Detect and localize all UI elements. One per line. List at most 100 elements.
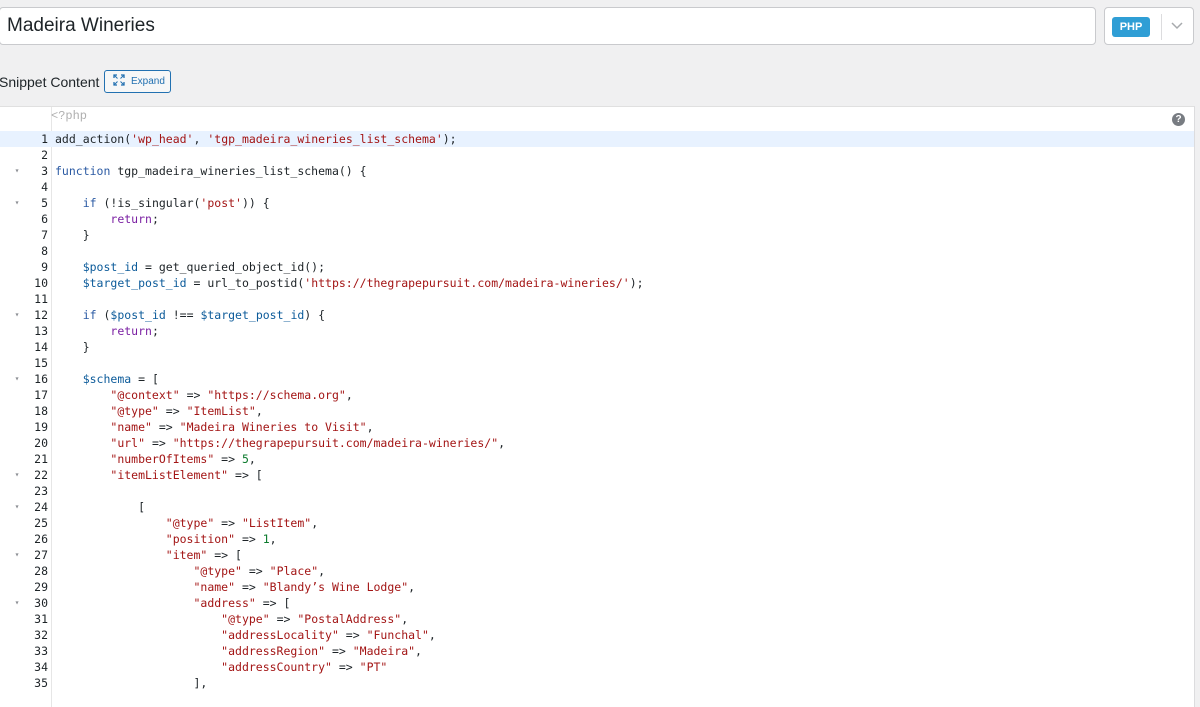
code-line[interactable]: 33 "addressRegion" => "Madeira", [0, 643, 1194, 659]
code-text: add_action('wp_head', 'tgp_madeira_winer… [55, 132, 457, 146]
help-symbol: ? [1175, 114, 1182, 125]
code-line[interactable]: 29 "name" => "Blandy’s Wine Lodge", [0, 579, 1194, 595]
code-line[interactable]: 18 "@type" => "ItemList", [0, 403, 1194, 419]
fold-arrow-icon[interactable]: ▾ [13, 547, 21, 563]
code-line[interactable]: 25 "@type" => "ListItem", [0, 515, 1194, 531]
code-line[interactable]: 11 [0, 291, 1194, 307]
code-text: "addressRegion" => "Madeira", [221, 644, 422, 658]
fold-arrow-icon[interactable]: ▾ [13, 195, 21, 211]
code-line[interactable]: 26 "position" => 1, [0, 531, 1194, 547]
line-number: 2 [41, 148, 48, 162]
language-selector[interactable]: PHP [1104, 7, 1194, 45]
chevron-down-icon[interactable] [1169, 18, 1185, 34]
fold-arrow-icon[interactable]: ▾ [13, 499, 21, 515]
code-text: "name" => "Madeira Wineries to Visit", [110, 420, 374, 434]
code-text: "numberOfItems" => 5, [110, 452, 256, 466]
code-line[interactable]: 34 "addressCountry" => "PT" [0, 659, 1194, 675]
line-number: 5 [41, 196, 48, 210]
expand-label: Expand [131, 76, 165, 87]
code-line[interactable]: ▾ 5 if (!is_singular('post')) { [0, 195, 1194, 211]
code-line[interactable]: 4 [0, 179, 1194, 195]
line-number: 28 [34, 564, 48, 578]
code-text: "addressLocality" => "Funchal", [221, 628, 436, 642]
code-editor[interactable]: <?php ? 1 add_action('wp_head', 'tgp_made… [0, 106, 1195, 707]
code-text: function tgp_madeira_wineries_list_schem… [55, 164, 367, 178]
code-text: } [55, 340, 90, 354]
code-line[interactable]: 35 ], [0, 675, 1194, 691]
code-text: "@type" => "ListItem", [165, 516, 319, 530]
line-number: 23 [34, 484, 48, 498]
code-line[interactable]: ▾ 16 $schema = [ [0, 371, 1194, 387]
code-line[interactable]: 8 [0, 243, 1194, 259]
code-text: $target_post_id = url_to_postid('https:/… [82, 276, 644, 290]
code-line[interactable]: ▾ 30 "address" => [ [0, 595, 1194, 611]
code-line[interactable]: 28 "@type" => "Place", [0, 563, 1194, 579]
language-badge: PHP [1112, 17, 1150, 37]
line-number: 19 [34, 420, 48, 434]
code-text: return; [110, 212, 159, 226]
code-line[interactable]: 20 "url" => "https://thegrapepursuit.com… [0, 435, 1194, 451]
code-text: "@context" => "https://schema.org", [110, 388, 353, 402]
code-text: "@type" => "Place", [193, 564, 326, 578]
line-number: 35 [34, 676, 48, 690]
code-text: "url" => "https://thegrapepursuit.com/ma… [110, 436, 506, 450]
code-line[interactable]: 19 "name" => "Madeira Wineries to Visit"… [0, 419, 1194, 435]
line-number: 33 [34, 644, 48, 658]
code-line[interactable]: 13 return; [0, 323, 1194, 339]
code-line[interactable]: 21 "numberOfItems" => 5, [0, 451, 1194, 467]
code-text: "addressCountry" => "PT" [221, 660, 388, 674]
help-icon[interactable]: ? [1172, 113, 1185, 126]
code-line[interactable]: ▾ 3 function tgp_madeira_wineries_list_sch… [0, 163, 1194, 179]
line-number: 24 [34, 500, 48, 514]
code-line[interactable]: 23 [0, 483, 1194, 499]
line-number: 3 [41, 164, 48, 178]
code-line[interactable]: 2 [0, 147, 1194, 163]
code-line[interactable]: 15 [0, 355, 1194, 371]
code-line[interactable]: ▾ 12 if ($post_id !== $target_post_id) { [0, 307, 1194, 323]
line-number: 1 [41, 132, 48, 146]
line-number: 18 [34, 404, 48, 418]
code-line[interactable]: ▾ 24 [ [0, 499, 1194, 515]
fold-arrow-icon[interactable]: ▾ [13, 595, 21, 611]
code-line[interactable]: 17 "@context" => "https://schema.org", [0, 387, 1194, 403]
fold-arrow-icon[interactable]: ▾ [13, 307, 21, 323]
line-number: 16 [34, 372, 48, 386]
code-line[interactable]: 32 "addressLocality" => "Funchal", [0, 627, 1194, 643]
code-line[interactable]: 6 return; [0, 211, 1194, 227]
line-number: 6 [41, 212, 48, 226]
code-text: if ($post_id !== $target_post_id) { [82, 308, 326, 322]
line-number: 14 [34, 340, 48, 354]
line-number: 13 [34, 324, 48, 338]
fold-arrow-icon[interactable]: ▾ [13, 467, 21, 483]
code-line[interactable]: 10 $target_post_id = url_to_postid('http… [0, 275, 1194, 291]
code-lines[interactable]: 1 add_action('wp_head', 'tgp_madeira_wine… [0, 131, 1194, 691]
fold-arrow-icon[interactable]: ▾ [13, 163, 21, 179]
code-line[interactable]: 31 "@type" => "PostalAddress", [0, 611, 1194, 627]
code-text: [ [55, 500, 146, 514]
line-number: 27 [34, 548, 48, 562]
code-line[interactable]: 7 } [0, 227, 1194, 243]
line-number: 32 [34, 628, 48, 642]
snippet-title-text: Madeira Wineries [7, 15, 155, 36]
line-number: 22 [34, 468, 48, 482]
code-line[interactable]: 9 $post_id = get_queried_object_id(); [0, 259, 1194, 275]
snippet-title-input[interactable]: Madeira Wineries [0, 7, 1096, 45]
line-number: 7 [41, 228, 48, 242]
line-number: 8 [41, 244, 48, 258]
line-number: 4 [41, 180, 48, 194]
code-text: } [55, 228, 90, 242]
line-number: 29 [34, 580, 48, 594]
code-line[interactable]: ▾ 27 "item" => [ [0, 547, 1194, 563]
fold-arrow-icon[interactable]: ▾ [13, 371, 21, 387]
code-text: ], [55, 676, 208, 690]
code-line[interactable]: 1 add_action('wp_head', 'tgp_madeira_wine… [0, 131, 1194, 147]
code-text: return; [110, 324, 159, 338]
expand-button[interactable]: Expand [104, 70, 171, 93]
section-label: Snippet Content [0, 74, 100, 90]
expand-icon [113, 74, 125, 89]
code-text: "@type" => "PostalAddress", [221, 612, 409, 626]
code-line[interactable]: ▾ 22 "itemListElement" => [ [0, 467, 1194, 483]
line-number: 10 [34, 276, 48, 290]
line-number: 12 [34, 308, 48, 322]
code-line[interactable]: 14 } [0, 339, 1194, 355]
